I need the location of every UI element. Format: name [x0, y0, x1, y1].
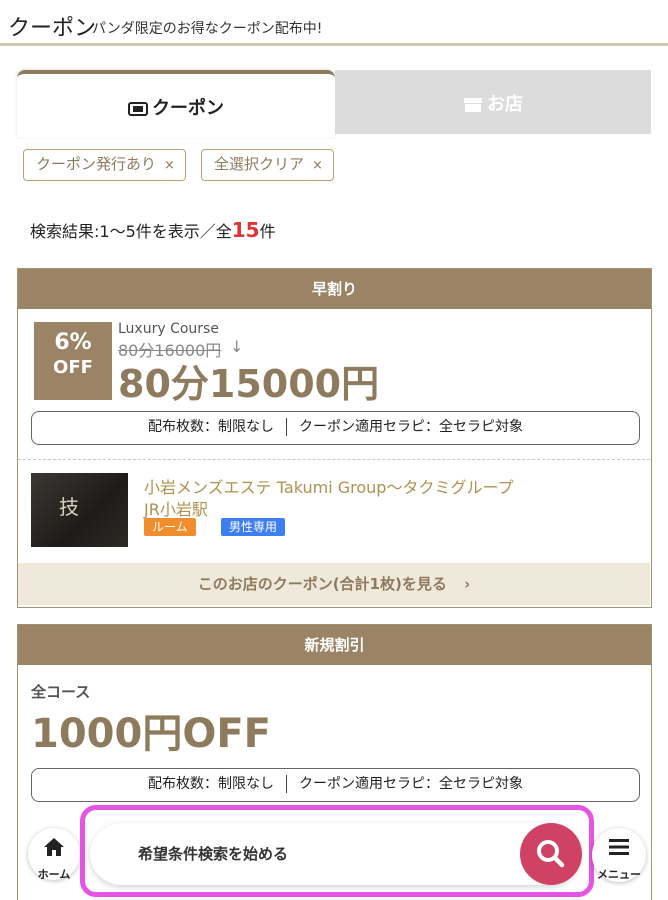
shop-name-link[interactable]: 小岩メンズエステ Takumi Group〜タクミグループ	[144, 474, 513, 498]
coupon-category: 早割り	[18, 269, 651, 309]
course-name: 全コース	[31, 683, 91, 701]
page-header: クーポン パンダ限定のお得なクーポン配布中!	[0, 0, 668, 46]
bottom-nav: ホーム 希望条件検索を始める メニュー	[0, 805, 668, 900]
tab-shop-label: お店	[487, 94, 523, 115]
result-suffix: 件	[259, 222, 276, 241]
filter-chip-coupon-issued[interactable]: クーポン発行あり ×	[23, 149, 186, 181]
tab-bar: クーポン お店	[17, 70, 651, 138]
shop-icon	[464, 98, 482, 112]
search-highlight-frame	[80, 805, 594, 897]
divider	[286, 775, 287, 793]
menu-label: メニュー	[597, 868, 641, 881]
view-shop-coupons-label: このお店のクーポン(合計1枚)を見る	[197, 575, 447, 593]
result-total: 15	[231, 218, 260, 242]
discount-off: OFF	[53, 357, 93, 378]
menu-button[interactable]: メニュー	[592, 828, 646, 882]
page-subtitle: パンダ限定のお得なクーポン配布中!	[92, 21, 323, 37]
tab-coupon[interactable]: クーポン	[17, 70, 335, 138]
coupon-conditions: 配布枚数：制限なし クーポン適用セラピ：全セラピ対象	[31, 411, 640, 445]
tag-men-only: 男性専用	[221, 518, 286, 536]
ticket-icon	[128, 102, 148, 116]
distribution-count: 配布枚数：制限なし	[148, 419, 274, 435]
home-label: ホーム	[37, 868, 71, 881]
shop-thumbnail-logo: 技	[59, 495, 79, 519]
coupon-category: 新規割引	[18, 625, 651, 665]
therapist-scope: クーポン適用セラピ：全セラピ対象	[299, 776, 523, 792]
tag-room: ルーム	[144, 518, 196, 536]
discount-badge: 6% OFF	[34, 322, 112, 400]
home-icon	[44, 838, 64, 856]
therapist-scope: クーポン適用セラピ：全セラピ対象	[299, 419, 523, 435]
coupon-card: 早割り 6% OFF Luxury Course 80分16000円 ↓ 80分…	[17, 268, 652, 608]
home-button[interactable]: ホーム	[28, 828, 80, 881]
hamburger-icon	[609, 839, 629, 855]
new-price: 80分15000円	[118, 362, 380, 406]
result-count: 検索結果:1〜5件を表示／全15件	[30, 218, 276, 242]
discount-percent: 6%	[54, 330, 92, 355]
result-prefix: 検索結果:1〜5件を表示／全	[30, 222, 232, 241]
divider	[286, 418, 287, 436]
new-price: 1000円OFF	[31, 711, 271, 757]
close-icon[interactable]: ×	[164, 158, 175, 173]
page-title: クーポン	[8, 16, 97, 41]
close-icon[interactable]: ×	[312, 158, 323, 173]
shop-station: JR小岩駅	[144, 500, 208, 519]
filter-chip-clear-all[interactable]: 全選択クリア ×	[201, 149, 334, 181]
tab-coupon-label: クーポン	[152, 98, 224, 119]
shop-info[interactable]: 技 小岩メンズエステ Takumi Group〜タクミグループ JR小岩駅 ルー…	[18, 459, 650, 563]
coupon-conditions: 配布枚数：制限なし クーポン適用セラピ：全セラピ対象	[31, 768, 640, 802]
filter-chip-label: クーポン発行あり	[36, 155, 157, 173]
view-shop-coupons-link[interactable]: このお店のクーポン(合計1枚)を見る ›	[18, 563, 650, 605]
course-name: Luxury Course	[118, 321, 219, 337]
shop-thumbnail[interactable]: 技	[31, 473, 128, 547]
filter-chip-label: 全選択クリア	[214, 155, 305, 173]
chevron-right-icon: ›	[464, 575, 471, 593]
tab-shop[interactable]: お店	[335, 70, 651, 134]
distribution-count: 配布枚数：制限なし	[148, 776, 274, 792]
